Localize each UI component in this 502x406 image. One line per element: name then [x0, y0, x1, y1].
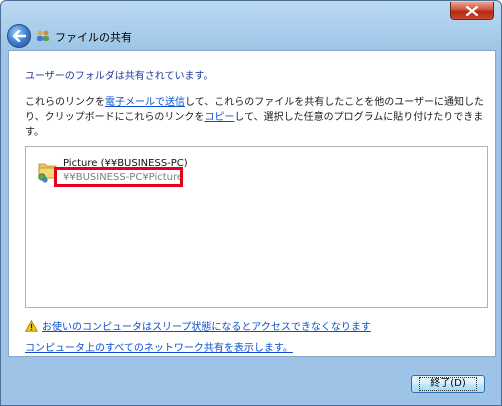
- email-link[interactable]: 電子メールで送信: [105, 97, 185, 108]
- close-x-icon: [466, 5, 478, 16]
- back-button[interactable]: [7, 24, 31, 48]
- dialog-footer: 終了(D): [1, 356, 501, 405]
- window-close-button[interactable]: [450, 2, 494, 20]
- window-title: ファイルの共有: [55, 31, 132, 44]
- people-share-icon: [37, 30, 49, 41]
- warning-icon: [25, 319, 38, 332]
- shared-items-list[interactable]: Picture (¥¥BUSINESS-PC) ¥¥BUSINESS-PC¥Pi…: [25, 146, 488, 308]
- sharing-heading: ユーザーのフォルダは共有されています。: [25, 71, 214, 82]
- finish-button[interactable]: 終了(D): [411, 375, 485, 393]
- sleep-warning-link[interactable]: お使いのコンピュータはスリープ状態になるとアクセスできなくなります: [42, 318, 371, 333]
- finish-button-label: 終了(D): [419, 377, 477, 391]
- all-network-shares-link[interactable]: コンピュータ上のすべてのネットワーク共有を表示します。: [25, 339, 293, 354]
- description-text-1: これらのリンクを: [25, 97, 105, 108]
- sharing-description: これらのリンクを電子メールで送信して、これらのファイルを共有したことを他のユーザ…: [25, 95, 487, 140]
- path-highlight-box: [54, 167, 183, 187]
- sleep-warning: お使いのコンピュータはスリープ状態になるとアクセスできなくなります: [25, 318, 371, 333]
- file-sharing-window: ファイルの共有 ユーザーのフォルダは共有されています。 これらのリンクを電子メー…: [0, 0, 502, 406]
- title-bar: ファイルの共有: [1, 1, 501, 51]
- content-panel: ユーザーのフォルダは共有されています。 これらのリンクを電子メールで送信して、こ…: [8, 50, 496, 357]
- copy-link[interactable]: コピー: [204, 112, 234, 123]
- back-arrow-icon: [12, 30, 26, 42]
